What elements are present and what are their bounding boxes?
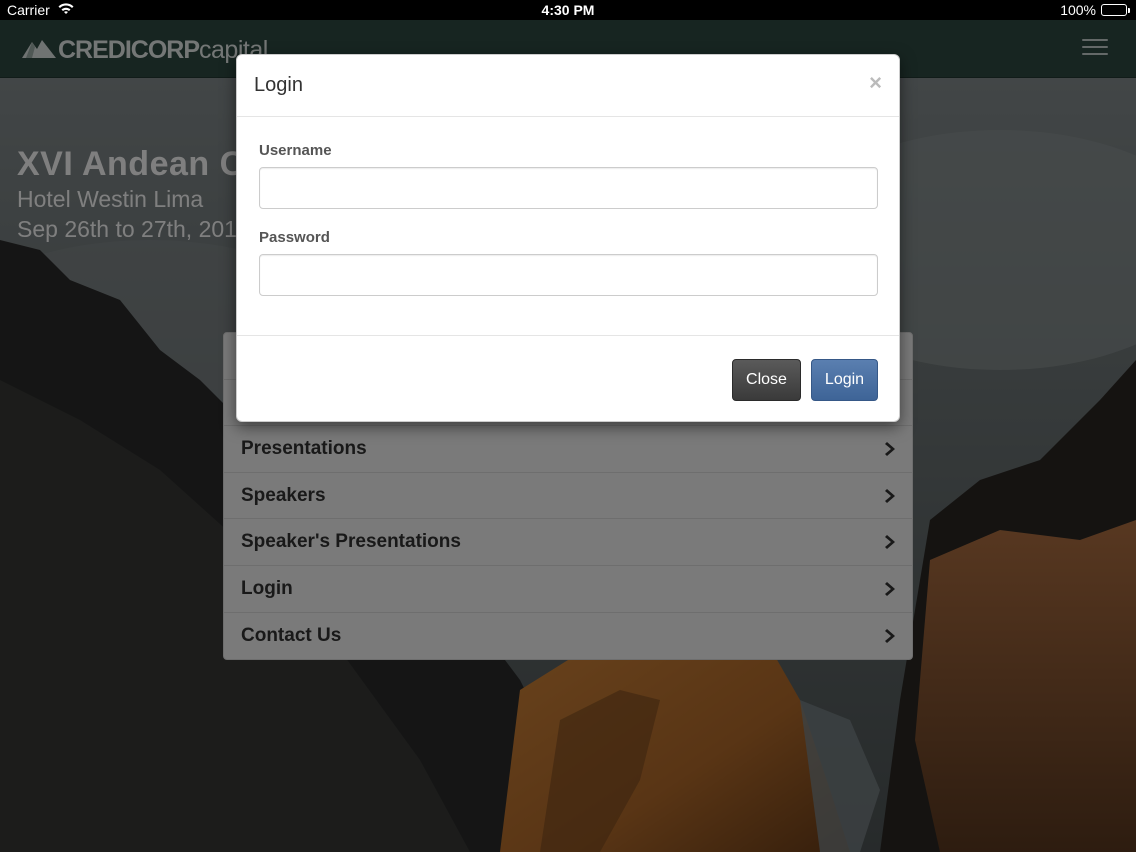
close-icon[interactable]: × [869,72,882,94]
battery-percentage: 100% [1060,2,1096,18]
close-button[interactable]: Close [732,359,801,401]
modal-header: Login × [237,55,899,117]
username-input[interactable] [259,167,878,209]
password-input[interactable] [259,254,878,296]
clock: 4:30 PM [541,2,595,18]
login-modal: Login × Username Password Close Login [236,54,900,422]
modal-footer: Close Login [237,335,899,422]
battery-icon [1101,4,1130,16]
password-label: Password [259,229,330,246]
status-bar: Carrier 4:30 PM 100% [0,0,1136,20]
modal-body: Username Password [237,117,899,335]
username-label: Username [259,142,332,159]
login-button[interactable]: Login [811,359,878,401]
modal-title: Login [254,74,303,96]
